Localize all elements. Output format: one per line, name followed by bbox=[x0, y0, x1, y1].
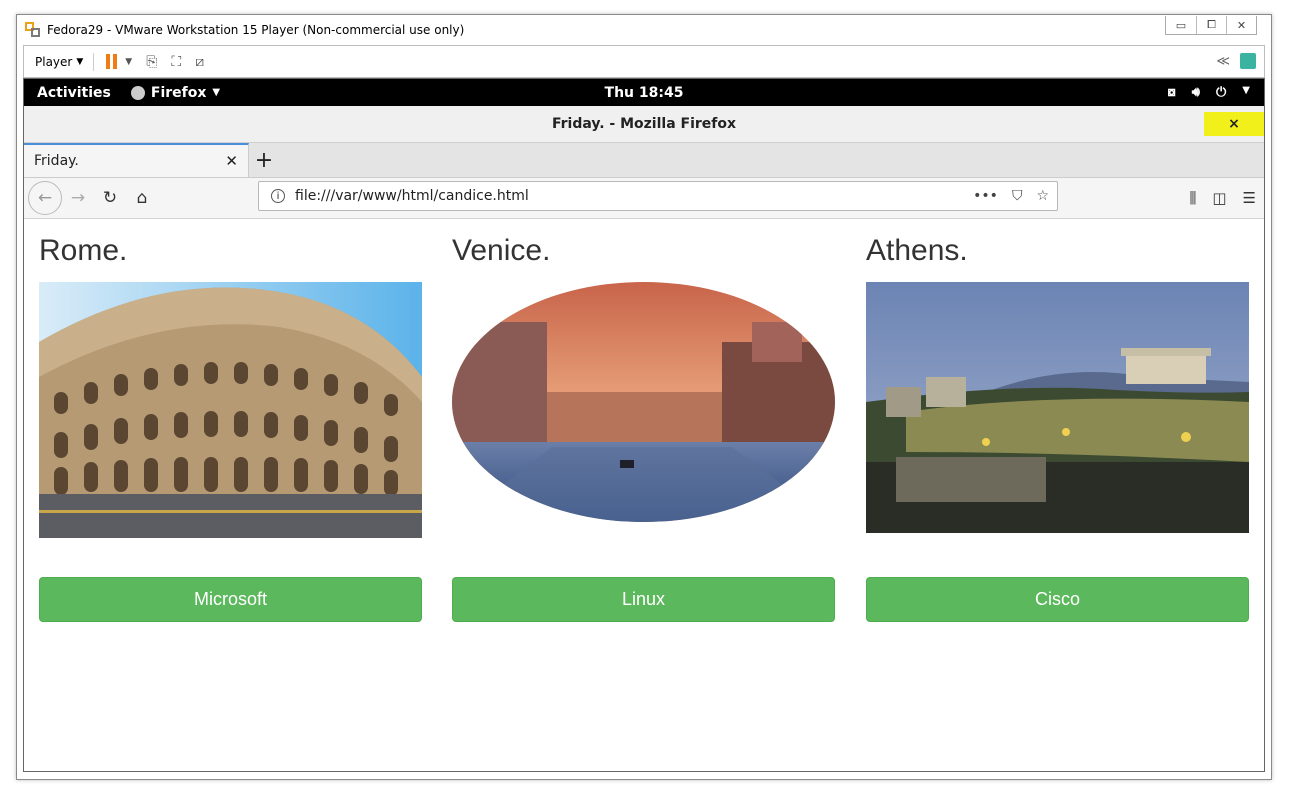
back-button[interactable]: ← bbox=[28, 181, 62, 215]
power-icon: ⏻ bbox=[1216, 85, 1227, 100]
acropolis-image bbox=[866, 282, 1249, 533]
site-info-icon[interactable]: i bbox=[271, 189, 285, 203]
reload-button[interactable]: ↻ bbox=[94, 188, 126, 208]
card-heading: Athens. bbox=[866, 234, 968, 267]
forward-button[interactable]: → bbox=[62, 188, 94, 208]
sidebar-icon[interactable]: ◫ bbox=[1212, 189, 1226, 207]
bookmark-star-icon[interactable]: ☆ bbox=[1036, 188, 1049, 204]
player-menu-button[interactable]: Player ▼ bbox=[35, 55, 83, 69]
vmware-window-title: Fedora29 - VMware Workstation 15 Player … bbox=[47, 23, 465, 37]
unity-icon[interactable]: ⧄ bbox=[195, 54, 204, 70]
vmware-titlebar: Fedora29 - VMware Workstation 15 Player … bbox=[17, 15, 1271, 45]
fullscreen-icon[interactable]: ⛶ bbox=[171, 54, 181, 70]
clock[interactable]: Thu 18:45 bbox=[605, 85, 684, 101]
card-rome: Rome. Microsoft bbox=[39, 219, 422, 622]
page-content: Rome. Microsoft Venice. Linux Athens. Ci… bbox=[24, 219, 1264, 771]
pause-dropdown-icon[interactable]: ▼ bbox=[125, 57, 132, 67]
send-ctrl-alt-del-icon[interactable]: ⎘ bbox=[146, 54, 157, 70]
hamburger-menu-icon[interactable]: ☰ bbox=[1243, 189, 1256, 207]
card-heading: Venice. bbox=[452, 234, 551, 267]
chevron-down-icon: ▼ bbox=[212, 87, 221, 98]
firefox-icon bbox=[130, 85, 145, 100]
app-menu-label: Firefox bbox=[150, 84, 207, 101]
guest-display: Activities Firefox ▼ Thu 18:45 ⧇ 🔊︎ ⏻ ▼ … bbox=[23, 78, 1265, 772]
home-button[interactable]: ⌂ bbox=[126, 188, 158, 208]
page-actions-icon[interactable]: ••• bbox=[973, 188, 998, 204]
url-bar[interactable]: i file:///var/www/html/candice.html ••• … bbox=[258, 181, 1058, 211]
chevron-down-icon: ▼ bbox=[1242, 85, 1250, 96]
library-icon[interactable]: ⫼ bbox=[1189, 189, 1196, 207]
volume-icon: 🔊︎ bbox=[1191, 85, 1200, 100]
firefox-titlebar: Friday. - Mozilla Firefox × bbox=[24, 106, 1264, 143]
system-tray[interactable]: ⧇ 🔊︎ ⏻ ▼ bbox=[1168, 85, 1250, 100]
cisco-button[interactable]: Cisco bbox=[866, 577, 1249, 622]
minimize-button[interactable]: ▭ bbox=[1166, 16, 1196, 34]
pause-button[interactable] bbox=[106, 54, 118, 69]
vmware-logo-icon bbox=[25, 22, 41, 38]
toolbar-right: ⫼ ◫ ☰ bbox=[1189, 189, 1256, 207]
gnome-top-bar: Activities Firefox ▼ Thu 18:45 ⧇ 🔊︎ ⏻ ▼ bbox=[24, 79, 1264, 106]
new-tab-button[interactable]: + bbox=[249, 143, 279, 177]
network-icon: ⧇ bbox=[1167, 85, 1176, 100]
toolbar-divider bbox=[93, 52, 95, 71]
player-menu-label: Player bbox=[35, 54, 73, 69]
firefox-window-title: Friday. - Mozilla Firefox bbox=[551, 116, 737, 132]
tab-title: Friday. bbox=[34, 153, 79, 169]
venice-canal-image bbox=[452, 282, 835, 524]
chevron-down-icon: ▼ bbox=[76, 56, 84, 67]
close-window-button[interactable]: ✕ bbox=[1226, 16, 1256, 34]
vmware-toolbar: Player ▼ ▼ ⎘ ⛶ ⧄ ≪ bbox=[23, 45, 1265, 78]
microsoft-button[interactable]: Microsoft bbox=[39, 577, 422, 622]
app-menu-button[interactable]: Firefox ▼ bbox=[130, 84, 221, 101]
notes-icon[interactable] bbox=[1240, 53, 1256, 69]
card-heading: Rome. bbox=[39, 234, 128, 267]
tab-friday[interactable]: Friday. ✕ bbox=[24, 143, 249, 177]
url-text[interactable]: file:///var/www/html/candice.html bbox=[295, 188, 529, 204]
vmware-toolbar-right: ≪ bbox=[1216, 53, 1256, 69]
window-controls: ▭ ⧠ ✕ bbox=[1165, 16, 1257, 35]
url-bar-actions: ••• ⛉ ☆ bbox=[973, 188, 1049, 204]
collapse-toolbar-icon[interactable]: ≪ bbox=[1216, 54, 1230, 69]
maximize-button[interactable]: ⧠ bbox=[1196, 16, 1226, 34]
vmware-window: Fedora29 - VMware Workstation 15 Player … bbox=[16, 14, 1272, 780]
linux-button[interactable]: Linux bbox=[452, 577, 835, 622]
tab-strip: Friday. ✕ + bbox=[24, 143, 1264, 178]
pocket-icon[interactable]: ⛉ bbox=[1012, 188, 1023, 204]
colosseum-image bbox=[39, 282, 422, 538]
card-venice: Venice. Linux bbox=[452, 219, 835, 622]
close-tab-icon[interactable]: ✕ bbox=[225, 152, 238, 170]
activities-button[interactable]: Activities bbox=[37, 85, 111, 101]
close-firefox-button[interactable]: × bbox=[1204, 112, 1264, 136]
card-athens: Athens. Cisco bbox=[866, 219, 1249, 622]
navigation-toolbar: ← → ↻ ⌂ i file:///var/www/html/candice.h… bbox=[24, 178, 1264, 219]
